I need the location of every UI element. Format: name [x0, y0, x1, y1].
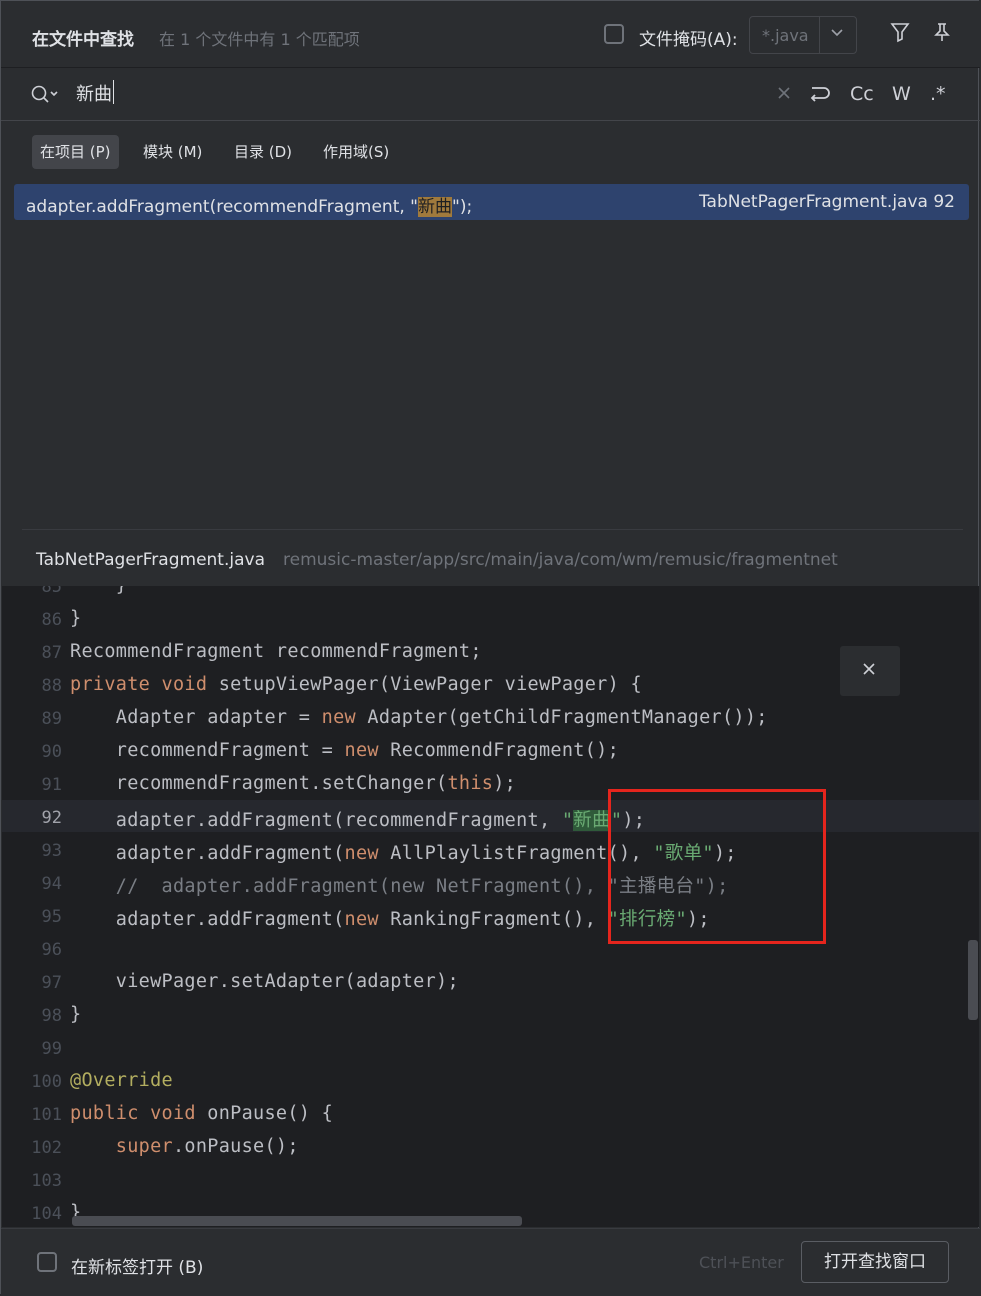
result-before: adapter.addFragment(recommendFragment, ": [26, 197, 418, 217]
code-line: @Override: [70, 1070, 173, 1091]
open-in-new-tab-label: 在新标签打开 (B): [71, 1258, 204, 1278]
newline-icon[interactable]: [806, 82, 830, 110]
dialog-header: 在文件中查找 在 1 个文件中有 1 个匹配项 文件掩码(A): *.java: [1, 1, 980, 68]
chevron-down-icon[interactable]: [830, 25, 844, 41]
splitter[interactable]: [22, 529, 963, 530]
code-line: Adapter adapter = new Adapter(getChildFr…: [70, 707, 768, 728]
match-case-toggle[interactable]: Cc: [850, 83, 874, 105]
file-mask-label: 文件掩码(A):: [639, 30, 738, 50]
code-line: viewPager.setAdapter(adapter);: [70, 971, 459, 992]
code-line: super.onPause();: [115, 1136, 299, 1157]
line-number: 104: [31, 1204, 62, 1224]
preview-close-button[interactable]: [840, 646, 900, 696]
line-number: 98: [41, 1006, 62, 1026]
search-result-row[interactable]: adapter.addFragment(recommendFragment, "…: [14, 184, 969, 220]
combobox-separator: [819, 17, 820, 53]
preview-file-path: remusic-master/app/src/main/java/com/wm/…: [283, 550, 838, 570]
line-number: 103: [31, 1171, 62, 1191]
scope-tab-project[interactable]: 在项目 (P): [32, 135, 119, 169]
line-number: 86: [41, 610, 62, 630]
vertical-scrollbar[interactable]: [968, 940, 978, 1020]
result-code: adapter.addFragment(recommendFragment, "…: [26, 192, 472, 217]
line-number: 99: [41, 1039, 62, 1059]
result-after: ");: [452, 197, 473, 217]
code-line: }: [70, 586, 127, 596]
search-row: [1, 68, 980, 121]
regex-toggle[interactable]: .*: [930, 83, 946, 105]
line-number: 101: [31, 1105, 62, 1125]
open-in-new-tab-checkbox[interactable]: [37, 1252, 57, 1272]
file-mask-checkbox[interactable]: [604, 24, 624, 44]
line-number: 94: [41, 874, 62, 894]
code-line: }: [70, 608, 82, 629]
line-number: 95: [41, 907, 62, 927]
annotation-highlight-box: [608, 789, 826, 944]
close-icon: [861, 658, 877, 682]
result-file: TabNetPagerFragment.java 92: [698, 192, 955, 212]
scope-tab-scope[interactable]: 作用域(S): [315, 135, 397, 169]
code-line: private void setupViewPager(ViewPager vi…: [70, 674, 642, 695]
line-number: 96: [41, 940, 62, 960]
line-number: 88: [41, 676, 62, 696]
file-mask-combobox[interactable]: *.java: [749, 16, 857, 54]
line-number: 90: [41, 742, 62, 762]
scope-tab-module[interactable]: 模块 (M): [135, 135, 210, 169]
line-number: 100: [31, 1072, 62, 1092]
code-preview[interactable]: 85 86 87 88 89 90 91 92 93 94 95 96 97 9…: [2, 586, 979, 1227]
pin-icon[interactable]: [931, 21, 953, 47]
line-number: 85: [41, 586, 62, 597]
code-line: RecommendFragment recommendFragment;: [70, 641, 482, 662]
clear-icon[interactable]: [776, 85, 792, 105]
scope-tab-directory[interactable]: 目录 (D): [226, 135, 300, 169]
line-number: 93: [41, 841, 62, 861]
whole-words-toggle[interactable]: W: [892, 83, 911, 105]
line-number: 97: [41, 973, 62, 993]
text-caret: [113, 80, 114, 104]
line-number: 87: [41, 643, 62, 663]
shortcut-hint: Ctrl+Enter: [699, 1253, 784, 1272]
code-line: }: [70, 1004, 82, 1025]
preview-path-bar: TabNetPagerFragment.java remusic-master/…: [1, 542, 980, 584]
open-find-window-button[interactable]: 打开查找窗口: [801, 1241, 949, 1283]
dialog-footer: 在新标签打开 (B) Ctrl+Enter 打开查找窗口: [1, 1228, 980, 1296]
code-line-current: adapter.addFragment(recommendFragment, "…: [70, 810, 646, 831]
line-number-current: 92: [41, 808, 62, 828]
code-line: recommendFragment = new RecommendFragmen…: [70, 740, 620, 761]
code-line: recommendFragment.setChanger(this);: [70, 773, 517, 794]
code-line: public void onPause() {: [70, 1103, 334, 1124]
dialog-title: 在文件中查找: [32, 30, 134, 50]
match-summary: 在 1 个文件中有 1 个匹配项: [159, 30, 360, 49]
preview-file-name: TabNetPagerFragment.java: [36, 550, 265, 570]
filter-icon[interactable]: [889, 21, 911, 47]
search-input[interactable]: 新曲: [76, 80, 112, 106]
file-mask-value: *.java: [762, 26, 809, 45]
search-icon[interactable]: [30, 83, 58, 109]
line-number: 91: [41, 775, 62, 795]
line-number: 102: [31, 1138, 62, 1158]
result-match: 新曲: [418, 197, 452, 217]
line-number: 89: [41, 709, 62, 729]
horizontal-scrollbar[interactable]: [72, 1216, 522, 1226]
